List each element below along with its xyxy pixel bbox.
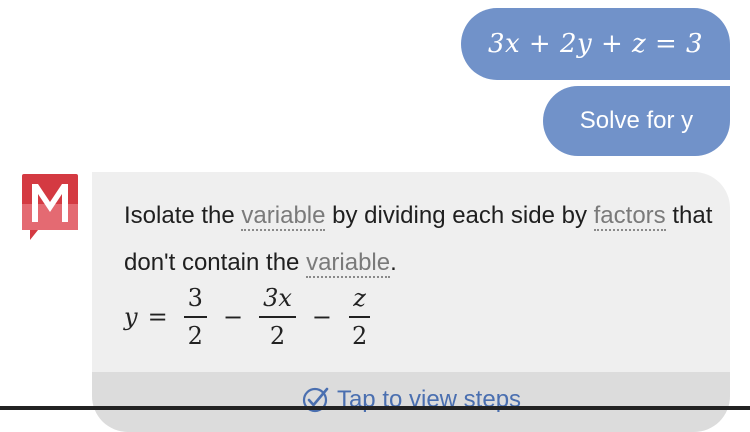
explanation-text-1: Isolate the <box>124 202 242 229</box>
formula-minus-1: − <box>222 303 244 331</box>
glossary-term-variable[interactable]: variable <box>241 202 326 231</box>
fraction-1-denominator: 2 <box>187 322 203 350</box>
fraction-1: 3 2 <box>183 284 207 350</box>
fraction-3: z 2 <box>348 284 371 350</box>
bot-explanation: Isolate the variable by dividing each si… <box>124 192 714 286</box>
fraction-3-numerator: z <box>349 284 370 318</box>
user-instruction-bubble: Solve for y <box>543 86 730 156</box>
mathway-logo-icon <box>20 172 80 242</box>
glossary-term-factors[interactable]: factors <box>593 202 666 231</box>
solution-formula: y = 3 2 − 3x 2 − z 2 <box>124 282 377 352</box>
fraction-2: 3x 2 <box>259 284 296 350</box>
fraction-1-numerator: 3 <box>183 284 207 318</box>
view-steps-button[interactable]: Tap to view steps <box>92 372 730 432</box>
user-equation-bubble: 3x + 2y + z = 3 <box>461 8 730 80</box>
instruction-text: Solve for y <box>579 107 694 134</box>
equation-text: 3x + 2y + z = 3 <box>487 29 704 59</box>
bot-response-card: Isolate the variable by dividing each si… <box>92 172 730 432</box>
explanation-text-4: . <box>390 249 397 276</box>
formula-equals: = <box>147 303 168 331</box>
formula-lhs: y <box>124 303 138 331</box>
glossary-term-variable-2[interactable]: variable <box>306 249 391 278</box>
fraction-2-numerator: 3x <box>259 284 296 318</box>
fraction-2-denominator: 2 <box>269 322 286 350</box>
fraction-3-denominator: 2 <box>351 322 368 350</box>
explanation-text-2: by dividing each side by <box>325 202 594 229</box>
formula-minus-2: − <box>311 303 332 331</box>
bottom-divider <box>0 406 750 410</box>
